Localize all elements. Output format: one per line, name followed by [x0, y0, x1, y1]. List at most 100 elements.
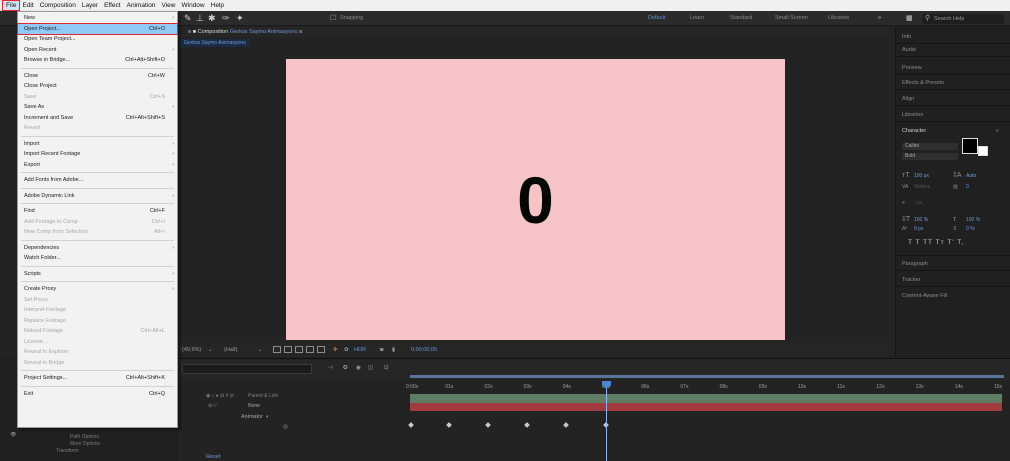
file-menu-item-set-proxy[interactable]: Set Proxy — [18, 295, 177, 305]
panel-audio[interactable]: Audio — [902, 47, 916, 53]
tree-item-path-options[interactable]: Path Options — [70, 434, 99, 440]
leading-value[interactable]: Auto — [966, 173, 976, 179]
panel-libraries[interactable]: Libraries — [902, 112, 923, 118]
tree-item-transform[interactable]: Transform — [56, 448, 79, 454]
text-layer-duration-bar[interactable] — [410, 403, 1002, 411]
lock-icon[interactable]: ≡ — [299, 29, 302, 35]
fast-preview-icon[interactable] — [273, 346, 281, 353]
file-menu-item-new[interactable]: New › — [18, 13, 177, 23]
menu-composition[interactable]: Composition — [37, 1, 79, 10]
file-menu-item-add-fonts-from-adobe[interactable]: Add Fonts from Adobe... — [18, 175, 177, 185]
workspace-default[interactable]: Default — [648, 15, 665, 21]
file-menu-item-import[interactable]: Import › — [18, 139, 177, 149]
snapping-checkbox-icon[interactable]: ☐ — [330, 14, 336, 22]
file-menu-item-open-project[interactable]: Open Project... Ctrl+O — [17, 22, 178, 35]
menu-effect[interactable]: Effect — [101, 1, 124, 10]
keyframe[interactable] — [485, 422, 491, 428]
menu-file[interactable]: File — [1, 0, 21, 11]
motion-blur-icon[interactable]: ◉ — [356, 365, 361, 371]
hdr-toggle-icon[interactable]: HDR — [354, 347, 366, 353]
sync-settings-icon[interactable]: ▦ — [906, 14, 913, 22]
keyframe[interactable] — [524, 422, 530, 428]
workspace-libraries[interactable]: Libraries — [828, 15, 849, 21]
file-menu-item-close[interactable]: Close Ctrl+W — [18, 71, 177, 81]
composition-tab[interactable]: ≡ ■ Composition Gerkos Saymo Animasyonu … — [188, 29, 302, 35]
parent-dropdown[interactable]: None — [248, 403, 260, 409]
search-help-field[interactable]: ⚲ Search Help — [922, 14, 1004, 24]
anchor-tool-icon[interactable]: ⊥ — [196, 13, 204, 24]
tracking-value[interactable]: 0 — [966, 184, 969, 190]
file-menu-item-open-team-project[interactable]: Open Team Project... — [18, 34, 177, 44]
panel-paragraph[interactable]: Paragraph — [902, 261, 928, 267]
file-menu-item-dependencies[interactable]: Dependencies › — [18, 243, 177, 253]
grid-guides-icon[interactable] — [317, 346, 325, 353]
camera-snapshot-icon[interactable]: ◙ — [380, 347, 383, 353]
layer-switches[interactable]: ⊕ ⁄ ∕ — [208, 403, 217, 409]
file-menu-item-watch-folder[interactable]: Watch Folder... — [18, 253, 177, 263]
menu-view[interactable]: View — [159, 1, 179, 10]
eye-icon[interactable]: 👁 — [10, 432, 16, 438]
file-menu-item-create-proxy[interactable]: Create Proxy › — [18, 284, 177, 294]
current-timecode[interactable]: 0;00;05;00 — [411, 347, 437, 353]
tree-item-more-options[interactable]: More Options — [70, 441, 100, 447]
stroke-width-value[interactable]: - px — [914, 200, 922, 206]
file-menu-item-import-recent-footage[interactable]: Import Recent Footage › — [18, 149, 177, 159]
chevron-down-icon[interactable]: ⌄ — [208, 347, 213, 353]
menu-layer[interactable]: Layer — [79, 1, 101, 10]
horizontal-scale-value[interactable]: 100 % — [966, 217, 980, 223]
file-menu-item-increment-and-save[interactable]: Increment and Save Ctrl+Alt+Shift+S — [18, 113, 177, 123]
chevron-down-icon[interactable]: ⌄ — [258, 347, 263, 353]
keyframe[interactable] — [446, 422, 452, 428]
file-menu-item-adobe-dynamic-link[interactable]: Adobe Dynamic Link › — [18, 191, 177, 201]
reset-link[interactable]: Reset — [206, 454, 220, 460]
puppet-tool-icon[interactable]: ✱ — [208, 13, 216, 24]
vertical-scale-value[interactable]: 100 % — [914, 217, 928, 223]
animator-label[interactable]: Animator — [241, 414, 263, 420]
file-menu-item-revert[interactable]: Revert — [18, 123, 177, 133]
menu-help[interactable]: Help — [208, 1, 227, 10]
panel-effects-presets[interactable]: Effects & Presets — [902, 80, 944, 86]
workspace-small-screen[interactable]: Small Screen — [775, 15, 808, 21]
file-menu-item-scripts[interactable]: Scripts › — [18, 269, 177, 279]
kerning-value[interactable]: Metrics — [914, 184, 930, 190]
menu-window[interactable]: Window — [179, 1, 208, 10]
magnification-dropdown[interactable]: (49,9%) — [182, 347, 201, 353]
panel-content-aware-fill[interactable]: Content-Aware Fill — [902, 293, 947, 299]
file-menu-item-exit[interactable]: Exit Ctrl+Q — [18, 389, 177, 399]
panel-menu-icon[interactable]: ≡ ■ — [188, 29, 198, 35]
panel-preview[interactable]: Preview — [902, 65, 922, 71]
file-menu-item-new-comp-from-selection[interactable]: New Comp from Selection Alt+\ — [18, 227, 177, 237]
resolution-dropdown[interactable]: (Half) — [224, 347, 237, 353]
font-style-dropdown[interactable]: Bold — [902, 153, 958, 160]
file-menu-item-open-recent[interactable]: Open Recent › — [18, 45, 177, 55]
font-size-value[interactable]: 100 px — [914, 173, 929, 179]
show-snapshot-icon[interactable]: ▮ — [392, 347, 395, 353]
region-of-interest-icon[interactable] — [306, 346, 314, 353]
workspace-overflow-icon[interactable]: » — [878, 15, 881, 21]
panel-menu-icon[interactable]: ≡ — [996, 128, 999, 134]
file-menu-item-reveal-in-explorer[interactable]: Reveal in Explorer — [18, 347, 177, 357]
file-menu-item-license[interactable]: License... — [18, 337, 177, 347]
fill-color-swatch[interactable] — [962, 138, 978, 154]
baseline-shift-value[interactable]: 0 px — [914, 226, 923, 232]
keyframe[interactable] — [563, 422, 569, 428]
pen-tool-icon[interactable]: ✎ — [184, 13, 192, 24]
file-menu-item-save-as[interactable]: Save As › — [18, 102, 177, 112]
file-menu-item-close-project[interactable]: Close Project — [18, 81, 177, 91]
transparency-grid-icon[interactable] — [284, 346, 292, 353]
animator-add-icon[interactable]: ◐ — [266, 414, 269, 420]
roto-tool-icon[interactable]: ✑ — [222, 13, 230, 24]
file-menu-item-reveal-in-bridge[interactable]: Reveal in Bridge — [18, 358, 177, 368]
file-menu-item-find[interactable]: Find Ctrl+F — [18, 206, 177, 216]
file-menu-item-reload-footage[interactable]: Reload Footage Ctrl+Alt+L — [18, 326, 177, 336]
workspace-learn[interactable]: Learn — [690, 15, 704, 21]
graph-editor-icon[interactable]: ◫ — [368, 365, 373, 371]
timeline-search-input[interactable] — [182, 364, 312, 374]
composition-canvas[interactable]: 0 — [286, 59, 785, 340]
keyframe[interactable] — [408, 422, 414, 428]
file-menu-item-interpret-footage[interactable]: Interpret Footage — [18, 305, 177, 315]
pin-tool-icon[interactable]: ✦ — [236, 13, 244, 24]
file-menu-item-browse-in-bridge[interactable]: Browse in Bridge... Ctrl+Alt+Shift+O — [18, 55, 177, 65]
stroke-color-swatch[interactable] — [978, 146, 988, 156]
property-link-icon[interactable]: ◎ — [283, 424, 288, 430]
